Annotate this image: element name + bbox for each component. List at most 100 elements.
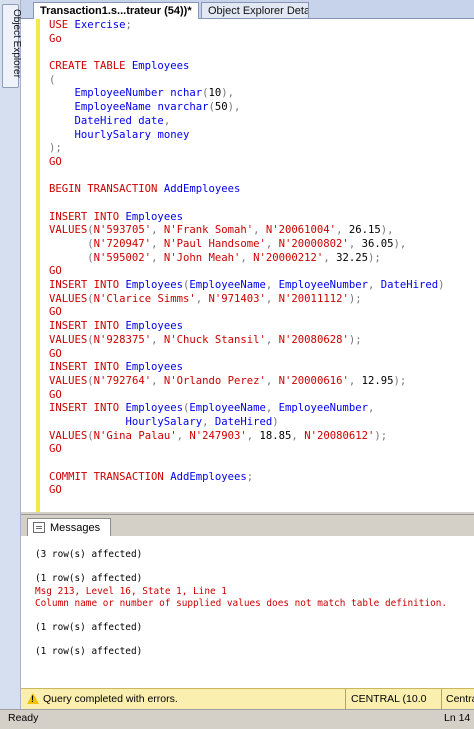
code-token: HourlySalary: [49, 128, 158, 141]
code-line[interactable]: VALUES(N'792764', N'Orlando Perez', N'20…: [49, 375, 445, 389]
code-line[interactable]: INSERT INTO Employees: [49, 211, 445, 225]
code-token: (: [49, 251, 94, 264]
code-token: N'20061004': [265, 224, 337, 237]
code-line[interactable]: Go: [49, 33, 445, 47]
sql-code[interactable]: USE Exercise; Go CREATE TABLE Employees( …: [49, 19, 445, 498]
code-line[interactable]: VALUES(N'Clarice Simms', N'971403', N'20…: [49, 293, 445, 307]
code-line[interactable]: );: [49, 142, 445, 156]
code-line[interactable]: GO: [49, 389, 445, 403]
query-editor[interactable]: USE Exercise; Go CREATE TABLE Employees( …: [21, 19, 474, 512]
code-token: ,: [202, 415, 215, 428]
code-token: VALUES: [49, 429, 88, 442]
code-line[interactable]: [49, 46, 445, 60]
code-line[interactable]: INSERT INTO Employees(EmployeeName, Empl…: [49, 402, 445, 416]
code-line[interactable]: INSERT INTO Employees(EmployeeName, Empl…: [49, 279, 445, 293]
tab-transaction-query[interactable]: Transaction1.s...trateur (54))*: [33, 2, 199, 19]
code-line[interactable]: BEGIN TRANSACTION AddEmployees: [49, 183, 445, 197]
code-token: EmployeeName: [49, 101, 158, 114]
code-line[interactable]: COMMIT TRANSACTION AddEmployees;: [49, 471, 445, 485]
code-token: N'792764': [93, 374, 152, 387]
code-line[interactable]: [49, 170, 445, 184]
code-token: N'Chuck Stansil': [163, 333, 266, 346]
error-message: Column name or number of supplied values…: [35, 598, 448, 609]
code-token: nvarchar: [157, 101, 209, 114]
code-token: );: [348, 292, 362, 305]
code-line[interactable]: GO: [49, 156, 445, 170]
code-token: );: [49, 142, 62, 155]
code-token: 12.95: [361, 374, 394, 387]
code-token: 18.85: [259, 429, 292, 442]
code-token: ,: [265, 238, 279, 250]
code-token: EmployeeName: [189, 279, 266, 292]
code-token: ,: [246, 429, 260, 442]
code-token: nchar: [170, 87, 203, 100]
code-token: ): [272, 415, 279, 428]
code-line[interactable]: DateHired date,: [49, 115, 445, 129]
code-line[interactable]: INSERT INTO Employees: [49, 320, 445, 334]
code-line[interactable]: VALUES(N'928375', N'Chuck Stansil', N'20…: [49, 334, 445, 348]
code-line[interactable]: [49, 197, 445, 211]
code-token: EmployeeNumber: [49, 87, 171, 100]
code-token: ,: [195, 292, 209, 305]
code-token: );: [393, 374, 407, 387]
code-line[interactable]: VALUES(N'Gina Palau', N'247903', 18.85, …: [49, 430, 445, 444]
code-line[interactable]: EmployeeName nvarchar(50),: [49, 101, 445, 115]
code-token: N'595002': [93, 251, 152, 264]
code-token: AddEmployees: [163, 183, 241, 196]
code-line[interactable]: INSERT INTO Employees: [49, 361, 445, 375]
code-line[interactable]: HourlySalary money: [49, 129, 445, 143]
tab-messages[interactable]: Messages: [27, 518, 111, 536]
code-token: ,: [151, 238, 164, 250]
code-token: GO: [49, 388, 62, 401]
code-token: VALUES: [49, 292, 88, 305]
code-line[interactable]: [49, 457, 445, 471]
message-line: (1 row(s) affected): [35, 573, 143, 584]
code-line[interactable]: GO: [49, 484, 445, 498]
code-token: EmployeeNumber: [278, 279, 368, 292]
code-token: );: [348, 333, 362, 346]
code-token: Employees: [125, 210, 183, 223]
code-line[interactable]: EmployeeNumber nchar(10),: [49, 87, 445, 101]
code-token: N'Orlando Perez': [163, 374, 266, 387]
error-message: Msg 213, Level 16, State 1, Line 1: [35, 586, 227, 597]
code-token: AddEmployees: [170, 470, 247, 483]
query-status-bar: Query completed with errors. CENTRAL (10…: [21, 688, 474, 725]
ready-status: Ready: [8, 712, 39, 724]
code-token: VALUES: [49, 374, 88, 387]
code-token: N'20080628': [278, 333, 349, 346]
code-line[interactable]: (: [49, 74, 445, 88]
code-token: ,: [151, 251, 164, 264]
code-token: N'720947': [93, 238, 152, 250]
code-line[interactable]: (N'595002', N'John Meah', N'20000212', 3…: [49, 252, 445, 266]
code-line[interactable]: GO: [49, 443, 445, 457]
document-tabstrip: Transaction1.s...trateur (54))* Object E…: [21, 0, 474, 19]
code-token: (: [49, 73, 56, 86]
code-line[interactable]: GO: [49, 306, 445, 320]
code-line[interactable]: GO: [49, 265, 445, 279]
code-line[interactable]: CREATE TABLE Employees: [49, 60, 445, 74]
object-explorer-tab[interactable]: Object Explorer: [2, 4, 22, 88]
code-token: Employees: [125, 361, 183, 374]
code-line[interactable]: GO: [49, 348, 445, 362]
code-token: ,: [367, 279, 381, 292]
code-token: ,: [348, 374, 362, 387]
line-number: Ln 14: [444, 712, 471, 724]
code-token: 32.25: [336, 251, 368, 264]
code-token: N'20080612': [304, 429, 375, 442]
code-token: DateHired: [49, 114, 139, 127]
messages-pane[interactable]: (3 row(s) affected) (1 row(s) affected) Ms…: [21, 536, 474, 688]
code-line[interactable]: VALUES(N'593705', N'Frank Somah', N'2006…: [49, 224, 445, 238]
code-token: ,: [265, 292, 279, 305]
code-line[interactable]: HourlySalary, DateHired): [49, 416, 445, 430]
code-token: money: [157, 128, 190, 141]
code-token: ),: [393, 238, 407, 250]
code-token: ),: [380, 224, 394, 237]
tab-object-explorer-details[interactable]: Object Explorer Details: [201, 2, 309, 18]
code-token: N'971403': [208, 292, 266, 305]
code-token: ): [438, 279, 445, 292]
code-token: N'593705': [93, 224, 152, 237]
code-token: GO: [49, 484, 62, 497]
code-line[interactable]: USE Exercise;: [49, 19, 445, 33]
code-token: GO: [49, 155, 62, 168]
code-line[interactable]: (N'720947', N'Paul Handsome', N'20000802…: [49, 238, 445, 252]
